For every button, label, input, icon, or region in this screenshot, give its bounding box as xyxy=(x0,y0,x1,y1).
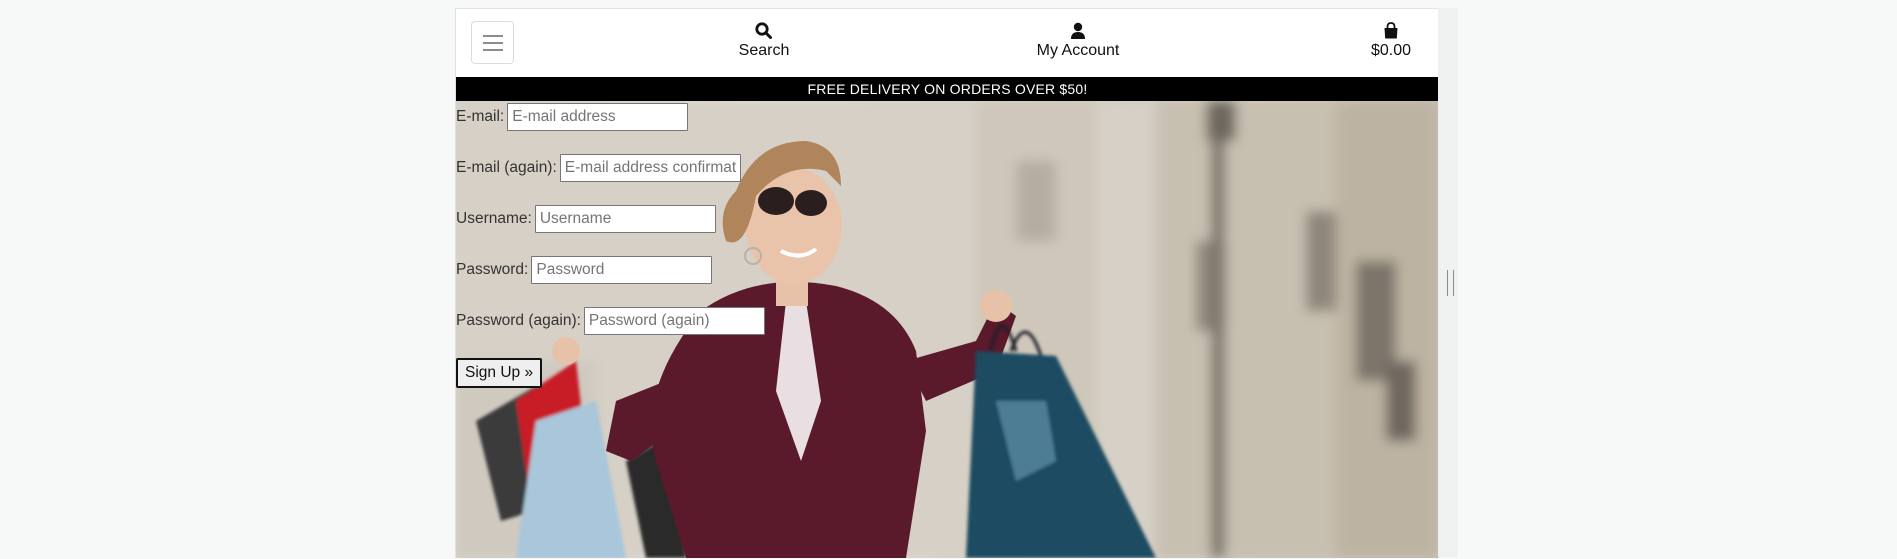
email-again-label: E-mail (again): xyxy=(456,159,557,176)
password-label: Password: xyxy=(456,261,529,278)
search-link[interactable]: Search xyxy=(734,21,794,61)
email-field[interactable] xyxy=(507,103,689,131)
password-field[interactable] xyxy=(531,256,713,284)
email-label: E-mail: xyxy=(456,108,505,125)
password-again-row: Password (again): xyxy=(456,307,765,335)
username-row: Username: xyxy=(456,205,716,233)
email-again-field[interactable] xyxy=(559,154,741,182)
email-row: E-mail: xyxy=(456,103,689,131)
hamburger-menu-icon-bar xyxy=(483,42,503,44)
hero-image: E-mail: E-mail (again): Username: Passwo… xyxy=(456,101,1439,558)
sign-up-button[interactable]: Sign Up » xyxy=(456,358,543,388)
site-header: Search My Account $0.00 xyxy=(456,9,1439,77)
password-row: Password: xyxy=(456,256,713,284)
search-icon xyxy=(755,22,772,39)
my-account-link[interactable]: My Account xyxy=(1028,21,1128,61)
shopping-bag-link[interactable]: $0.00 xyxy=(1361,21,1421,61)
page-frame: Search My Account $0.00 FREE DELIVERY ON… xyxy=(455,8,1439,558)
hamburger-menu-icon xyxy=(483,35,503,37)
email-again-row: E-mail (again): xyxy=(456,154,741,182)
password-again-field[interactable] xyxy=(583,307,765,335)
user-icon xyxy=(1071,22,1085,39)
username-label: Username: xyxy=(456,210,532,227)
search-label: Search xyxy=(738,42,790,59)
password-again-label: Password (again): xyxy=(456,312,581,329)
shopping-bag-icon xyxy=(1384,22,1398,39)
bag-total-label: $0.00 xyxy=(1370,42,1412,59)
hamburger-menu-icon-bar xyxy=(483,49,503,51)
hamburger-menu-button[interactable] xyxy=(471,21,514,64)
my-account-label: My Account xyxy=(1036,42,1120,59)
scrollbar-grip-icon[interactable] xyxy=(1447,270,1454,296)
username-field[interactable] xyxy=(534,205,716,233)
free-delivery-banner: FREE DELIVERY ON ORDERS OVER $50! xyxy=(456,77,1439,101)
